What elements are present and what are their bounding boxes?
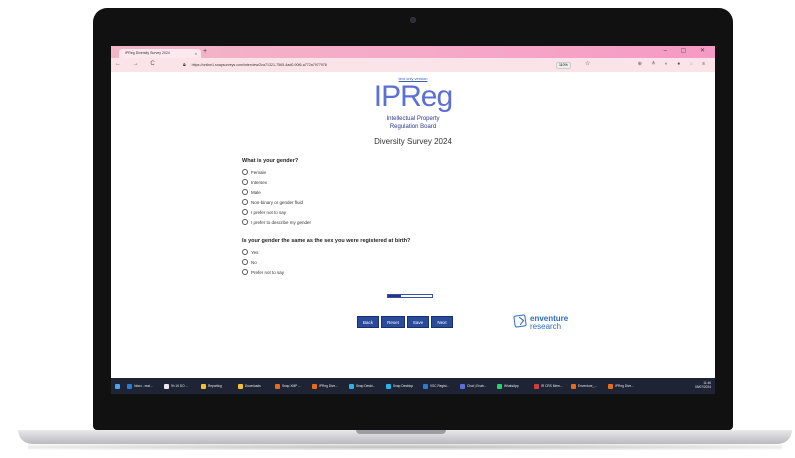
taskbar-item[interactable]: Snap Desktop: [386, 382, 413, 390]
question-gender-same-as-birth: Is your gender the same as the sex you w…: [242, 238, 411, 244]
ipreg-logo: IPReg: [373, 80, 453, 113]
progress-fill: [388, 295, 402, 297]
laptop-mockup: IPReg Diversity Survey 2024 × + – ▢ ✕ ← …: [0, 0, 795, 458]
option-non-binary[interactable]: Non-binary or gender fluid: [242, 198, 303, 206]
browser-tab-bar: IPReg Diversity Survey 2024 × + – ▢ ✕: [111, 46, 715, 58]
window-controls[interactable]: – ▢ ✕: [664, 47, 711, 54]
reset-button[interactable]: Reset: [381, 316, 405, 328]
taskbar-item[interactable]: Inbox - mat...: [127, 382, 153, 390]
app-icon: [127, 383, 132, 389]
start-icon[interactable]: [115, 382, 122, 390]
taskbar-item[interactable]: Snap Deskt...: [349, 382, 375, 390]
new-tab-button[interactable]: +: [203, 48, 207, 55]
progress-bar: [387, 294, 433, 298]
radio-button[interactable]: [242, 169, 248, 175]
close-tab-icon[interactable]: ×: [195, 49, 197, 58]
browser-toolbar: ← → C 🔒︎ https://online1.snapsurveys.com/…: [111, 58, 715, 72]
app-icon: [275, 383, 280, 389]
enventure-logo: enventure research: [513, 314, 584, 334]
star-icon[interactable]: ☆: [585, 60, 590, 67]
app-icon: [238, 383, 243, 389]
radio-button[interactable]: [242, 219, 248, 225]
option-prefer-not-to-say-2[interactable]: Prefer not to say: [242, 268, 284, 276]
taskbar-item[interactable]: Enventure_...: [571, 382, 597, 390]
option-yes[interactable]: Yes: [242, 248, 258, 256]
taskbar-item[interactable]: IPReg Dive...: [312, 382, 338, 390]
option-no[interactable]: No: [242, 258, 257, 266]
question-gender: What is your gender?: [242, 158, 299, 164]
camera-icon: [410, 17, 416, 23]
taskbar-item[interactable]: IPReg Dive...: [608, 382, 634, 390]
org-name-line2: Regulation Board: [389, 124, 437, 130]
app-icon: [312, 383, 317, 389]
option-female[interactable]: Female: [242, 168, 266, 176]
address-bar[interactable]: 🔒︎ https://online1.snapsurveys.com/interv…: [183, 61, 603, 69]
laptop-screen: IPReg Diversity Survey 2024 × + – ▢ ✕ ← …: [111, 46, 715, 405]
screen-bezel: [111, 394, 715, 405]
laptop-notch: [356, 430, 446, 434]
app-icon: [386, 383, 391, 389]
system-tray[interactable]: 11:46 05/07/2024: [695, 381, 711, 389]
app-icon: [534, 383, 539, 389]
survey-page: text only version IPReg Intellectual Pro…: [111, 72, 715, 378]
app-icon: [460, 383, 465, 389]
windows-taskbar: Inbox - mat... 9h 16 DO ... Reporting Downl…: [111, 378, 715, 394]
taskbar-item[interactable]: IR CRS Mem...: [534, 382, 562, 390]
next-button[interactable]: Next: [431, 316, 453, 328]
radio-button[interactable]: [242, 209, 248, 215]
taskbar-item[interactable]: Snap XMP ...: [275, 382, 301, 390]
browser-tab[interactable]: IPReg Diversity Survey 2024 ×: [119, 49, 201, 58]
radio-button[interactable]: [242, 199, 248, 205]
option-describe-gender[interactable]: I prefer to describe my gender: [242, 218, 311, 226]
radio-button[interactable]: [242, 269, 248, 275]
clock-date: 05/07/2024: [695, 385, 711, 389]
tab-title: IPReg Diversity Survey 2024: [125, 51, 170, 55]
navigation-buttons[interactable]: ← → C: [115, 61, 160, 67]
option-intersex[interactable]: Intersex: [242, 178, 267, 186]
taskbar-item[interactable]: Downloads: [238, 382, 261, 390]
radio-button[interactable]: [242, 179, 248, 185]
app-icon: [349, 383, 354, 389]
app-icon: [164, 383, 169, 389]
taskbar-item[interactable]: 9h 16 DO ...: [164, 382, 188, 390]
taskbar-item[interactable]: WhatsApp: [497, 382, 519, 390]
taskbar-item[interactable]: Reporting: [201, 382, 222, 390]
url-text: https://online1.snapsurveys.com/intervie…: [191, 63, 327, 67]
option-prefer-not-to-say[interactable]: I prefer not to say: [242, 208, 286, 216]
extensions-icons[interactable]: ⊕ ≛ ◐ ● ◌ ≡: [638, 61, 709, 67]
zoom-indicator[interactable]: 110%: [556, 62, 571, 69]
taskbar-item[interactable]: Chat | Enab...: [460, 382, 486, 390]
app-icon: [571, 383, 576, 389]
radio-button[interactable]: [242, 249, 248, 255]
back-button[interactable]: Back: [357, 316, 379, 328]
save-button[interactable]: Save: [407, 316, 429, 328]
org-name-line1: Intellectual Property: [386, 116, 440, 122]
app-icon: [608, 383, 613, 389]
app-icon: [497, 383, 502, 389]
option-male[interactable]: Male: [242, 188, 261, 196]
laptop-shadow: [28, 444, 782, 450]
taskbar-item[interactable]: VSC Regist...: [423, 382, 449, 390]
survey-title: Diversity Survey 2024: [374, 137, 452, 146]
app-icon: [201, 383, 206, 389]
enventure-mark-icon: [513, 314, 527, 328]
radio-button[interactable]: [242, 259, 248, 265]
app-icon: [423, 383, 428, 389]
radio-button[interactable]: [242, 189, 248, 195]
lock-icon: 🔒︎: [183, 62, 186, 68]
